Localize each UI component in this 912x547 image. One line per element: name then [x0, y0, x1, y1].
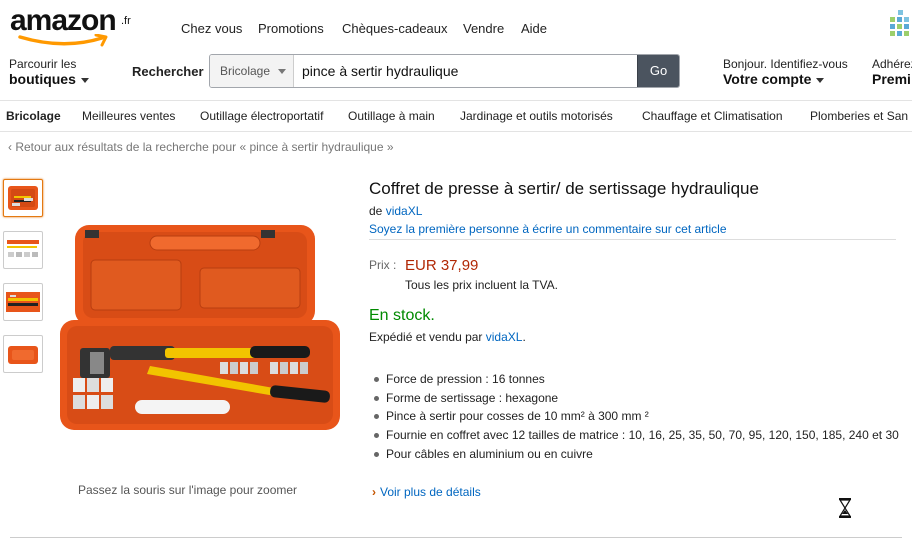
search-bar: Bricolage Go	[209, 54, 680, 88]
category-outillage-a-main[interactable]: Outillage à main	[348, 109, 435, 123]
product-title: Coffret de presse à sertir/ de sertissag…	[369, 179, 759, 198]
write-review-link[interactable]: Soyez la première personne à écrire un c…	[369, 222, 727, 236]
ships-sold-by: Expédié et vendu par vidaXL.	[369, 330, 526, 344]
feature-bullet: Forme de sertissage : hexagone	[372, 389, 902, 408]
ships-prefix: Expédié et vendu par	[369, 330, 483, 344]
prime-line2: Premi	[872, 71, 911, 87]
prime-line1: Adhérez	[872, 57, 912, 71]
browse-departments[interactable]: Parcourir les boutiques	[9, 57, 89, 88]
vat-note: Tous les prix incluent la TVA.	[405, 278, 558, 292]
feature-bullets: Force de pression : 16 tonnes Forme de s…	[372, 370, 902, 464]
thumbnail-3[interactable]	[3, 283, 43, 321]
thumbnail-case-image	[8, 186, 38, 210]
feature-bullet: Fournie en coffret avec 12 tailles de ma…	[372, 426, 902, 445]
browse-line1: Parcourir les	[9, 57, 77, 71]
divider	[369, 239, 896, 240]
category-meilleures-ventes[interactable]: Meilleures ventes	[82, 109, 175, 123]
amazon-logo[interactable]: amazon .fr	[10, 4, 135, 48]
prime-menu[interactable]: Adhérez Premi	[872, 57, 912, 88]
brand-link[interactable]: vidaXL	[386, 204, 423, 218]
category-plomberies[interactable]: Plomberies et San	[810, 109, 908, 123]
hourglass-icon	[838, 498, 852, 518]
account-label: Votre compte	[723, 71, 812, 87]
header-link-aide[interactable]: Aide	[521, 21, 547, 36]
search-category-value: Bricolage	[220, 64, 271, 78]
category-outillage-electroportatif[interactable]: Outillage électroportatif	[200, 109, 323, 123]
search-category-dropdown[interactable]: Bricolage	[210, 55, 294, 87]
availability-status: En stock.	[369, 307, 435, 324]
category-jardinage[interactable]: Jardinage et outils motorisés	[460, 109, 613, 123]
account-greeting: Bonjour. Identifiez-vous	[723, 57, 848, 71]
thumbnail-4[interactable]	[3, 335, 43, 373]
see-more-details-label: Voir plus de détails	[380, 485, 481, 499]
category-chauffage[interactable]: Chauffage et Climatisation	[642, 109, 783, 123]
divider	[10, 537, 902, 538]
search-label: Rechercher	[132, 64, 204, 79]
logo-wordmark: amazon	[10, 4, 117, 37]
header-link-chez-vous[interactable]: Chez vous	[181, 21, 242, 36]
thumbnail-dies-image	[7, 240, 39, 257]
account-menu[interactable]: Bonjour. Identifiez-vous Votre compte	[723, 57, 848, 88]
back-to-results-link[interactable]: ‹ Retour aux résultats de la recherche p…	[8, 140, 394, 154]
seller-link[interactable]: vidaXL	[486, 330, 523, 344]
search-input[interactable]	[294, 55, 639, 87]
category-bricolage[interactable]: Bricolage	[6, 109, 61, 123]
browse-line2: boutiques	[9, 71, 76, 87]
feature-bullet: Force de pression : 16 tonnes	[372, 370, 902, 389]
feature-bullet: Pince à sertir pour cosses de 10 mm² à 3…	[372, 407, 902, 426]
caret-down-icon	[80, 78, 89, 84]
zoom-hint: Passez la souris sur l'image pour zoomer	[78, 483, 298, 497]
feature-bullet: Pour câbles en aluminium ou en cuivre	[372, 445, 902, 464]
thumbnail-2[interactable]	[3, 231, 43, 269]
thumbnail-closed-case-image	[8, 346, 38, 364]
chevron-right-icon: ›	[372, 485, 376, 499]
promo-grid-icon[interactable]	[890, 8, 912, 36]
logo-smile-icon	[18, 34, 108, 47]
caret-down-icon	[816, 78, 825, 84]
header-link-cheques-cadeaux[interactable]: Chèques-cadeaux	[342, 21, 448, 36]
product-main-image[interactable]	[55, 220, 355, 440]
header-link-promotions[interactable]: Promotions	[258, 21, 324, 36]
logo-tld: .fr	[121, 15, 131, 27]
search-go-button[interactable]: Go	[637, 55, 679, 87]
see-more-details-link[interactable]: › Voir plus de détails	[372, 485, 481, 499]
header-link-vendre[interactable]: Vendre	[463, 21, 504, 36]
thumbnail-1[interactable]	[3, 179, 43, 217]
thumbnail-tool-image	[6, 292, 40, 312]
product-byline: de vidaXL	[369, 204, 422, 218]
dropdown-arrow-icon	[278, 69, 286, 74]
price-label: Prix :	[369, 258, 397, 272]
product-price: EUR 37,99	[405, 257, 479, 274]
byline-prefix: de	[369, 204, 383, 218]
